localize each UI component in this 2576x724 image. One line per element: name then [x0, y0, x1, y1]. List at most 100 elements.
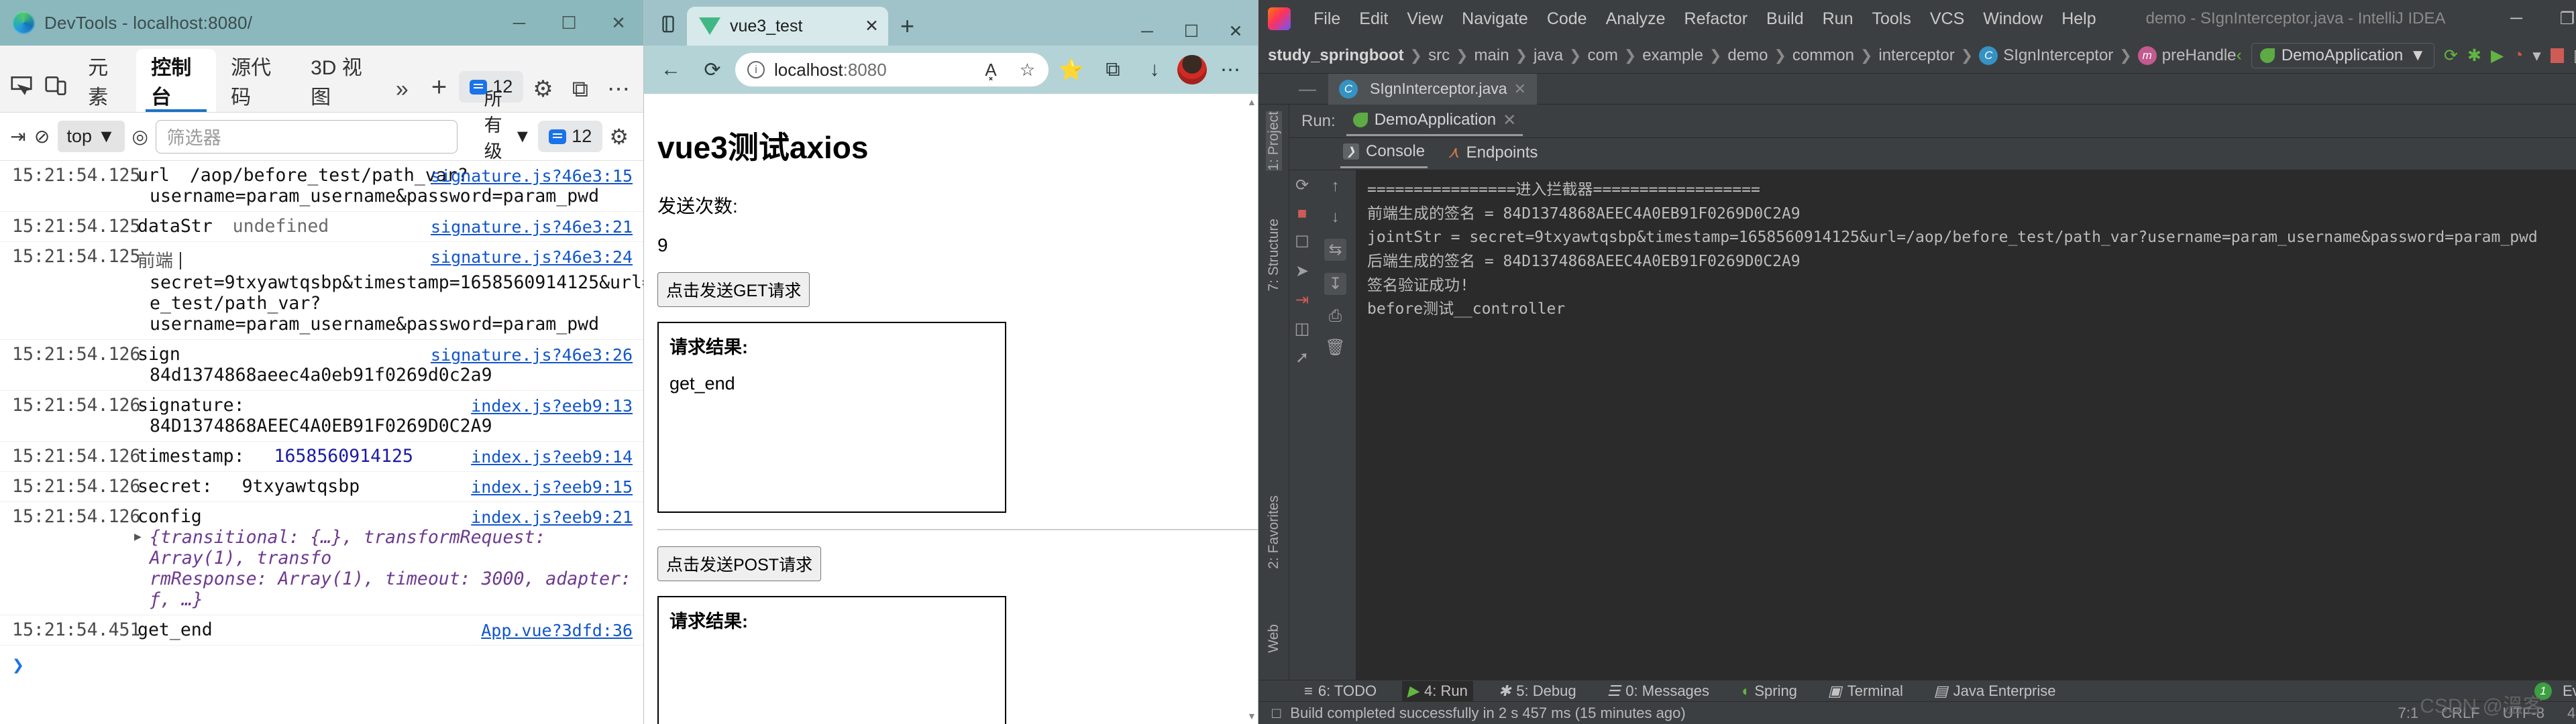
camera-icon[interactable]: ☐ [1295, 233, 1309, 252]
close-button[interactable]: ✕ [594, 13, 643, 34]
log-source-link[interactable]: index.js?eeb9:13 [471, 396, 633, 416]
minimize-button[interactable]: ─ [2491, 9, 2542, 29]
maximize-button[interactable]: ☐ [1169, 21, 1214, 42]
up-arrow-icon[interactable]: ↑ [1332, 177, 1340, 196]
scroll-to-end-icon[interactable]: ↧ [1324, 273, 1346, 295]
tool-button-run[interactable]: ▶ 4: Run [1402, 680, 1473, 701]
clear-console-icon[interactable]: ⊘ [34, 121, 51, 152]
menu-build[interactable]: Build [1757, 9, 1813, 29]
profile-icon[interactable]: ◔ [2513, 46, 2523, 65]
tab-elements[interactable]: 元素 [73, 49, 136, 112]
console-row[interactable]: 15:21:54.125 dataStr undefined signature… [0, 212, 643, 242]
log-source-link[interactable]: index.js?eeb9:15 [471, 477, 633, 497]
new-tab-icon[interactable]: + [888, 12, 926, 46]
breadcrumb-item[interactable]: main [1474, 46, 1509, 65]
close-button[interactable]: ✕ [1214, 21, 1258, 42]
menu-code[interactable]: Code [1538, 9, 1597, 29]
event-log-button[interactable]: Event Log [2563, 682, 2576, 700]
breadcrumb-item-class[interactable]: C SIgnInterceptor [1979, 46, 2113, 65]
thread-dump-icon[interactable]: ➤ [1295, 261, 1309, 281]
menu-window[interactable]: Window [1974, 9, 2052, 29]
build-status-text[interactable]: Build completed successfully in 2 s 457 … [1290, 705, 1685, 722]
menu-help[interactable]: Help [2052, 9, 2105, 29]
rerun-icon[interactable]: ⟳ [1295, 176, 1309, 195]
console-row[interactable]: 15:21:54.125 前端 secret=9txyawtqsbp&times… [0, 242, 643, 340]
exit-icon[interactable]: ⇥ [1295, 290, 1309, 310]
page-scrollbar[interactable]: ▲ ▼ [1246, 94, 1256, 724]
inspect-element-icon[interactable] [4, 65, 39, 107]
stop-icon[interactable] [2550, 48, 2564, 63]
split-screen-icon[interactable]: ⧉ [1094, 51, 1132, 88]
reload-icon[interactable]: ⟳ [694, 51, 731, 88]
avatar[interactable] [1177, 55, 1207, 84]
customize-icon[interactable]: ⧉ [563, 76, 598, 103]
layout-icon[interactable]: ▣ [2573, 46, 2576, 66]
menu-edit[interactable]: Edit [1350, 9, 1397, 29]
log-source-link[interactable]: signature.js?46e3:24 [431, 247, 633, 267]
tool-button-debug[interactable]: ✱ 5: Debug [1493, 681, 1582, 701]
run-console-output[interactable]: ================进入拦截器================== … [1356, 170, 2576, 680]
run-with-coverage-icon[interactable]: ▶ [2491, 46, 2504, 66]
back-arrow-icon[interactable]: ‹ [2237, 46, 2242, 65]
indent-setting[interactable]: 4 spaces [2567, 705, 2576, 722]
breadcrumb-item[interactable]: interceptor [1878, 46, 1954, 65]
menu-file[interactable]: File [1304, 9, 1350, 29]
maximize-button[interactable]: ❐ [2542, 9, 2576, 29]
device-toolbar-icon[interactable] [39, 65, 74, 107]
console-row[interactable]: 15:21:54.126 timestamp: 1658560914125 in… [0, 442, 643, 472]
minimize-button[interactable]: ─ [494, 13, 544, 34]
back-icon[interactable]: ← [652, 51, 690, 88]
log-source-link[interactable]: App.vue?3dfd:36 [481, 621, 633, 640]
console-settings-gear-icon[interactable]: ⚙ [609, 124, 634, 149]
layout-settings-icon[interactable]: ◫ [1295, 319, 1310, 339]
print-icon[interactable]: ⎙ [1329, 307, 1342, 326]
tab-actions-icon[interactable] [649, 5, 687, 43]
tool-button-todo[interactable]: ≡ 6: TODO [1299, 681, 1382, 701]
file-encoding[interactable]: UTF-8 [2503, 705, 2544, 722]
send-get-request-button[interactable]: 点击发送GET请求 [657, 272, 810, 307]
tool-button-spring[interactable]: ◖ Spring [1735, 681, 1803, 701]
editor-tab-signinterceptor[interactable]: C SIgnInterceptor.java ✕ [1328, 73, 1538, 105]
sidebar-item-favorites[interactable]: 2: Favorites [1266, 495, 1282, 569]
breadcrumb-item-method[interactable]: m preHandle [2137, 46, 2237, 65]
menu-vcs[interactable]: VCS [1921, 9, 1974, 29]
close-tab-icon[interactable]: ✕ [865, 16, 879, 36]
more-options-icon[interactable]: ⋯ [598, 76, 639, 103]
site-info-icon[interactable]: i [747, 61, 765, 78]
tab-sources[interactable]: 源代码 [216, 49, 296, 112]
soft-wrap-icon[interactable]: ⇆ [1324, 239, 1346, 261]
caret-position[interactable]: 7:1 [2398, 705, 2419, 722]
menu-run[interactable]: Run [1813, 9, 1863, 29]
sidebar-item-structure[interactable]: 7: Structure [1266, 219, 1282, 292]
tool-button-java-enterprise[interactable]: ▤ Java Enterprise [1929, 681, 2061, 701]
tool-button-messages[interactable]: ☰ 0: Messages [1602, 681, 1715, 701]
menu-tools[interactable]: Tools [1862, 9, 1920, 29]
console-row[interactable]: 15:21:54.126 signature: 84D1374868AEEC4A… [0, 391, 643, 442]
menu-navigate[interactable]: Navigate [1452, 9, 1538, 29]
run-tab[interactable]: DemoApplication ✕ [1346, 107, 1523, 136]
add-favorite-icon[interactable]: ☆ [1013, 60, 1042, 80]
tool-button-terminal[interactable]: ▣ Terminal [1823, 681, 1909, 701]
read-aloud-icon[interactable]: A͓ [978, 60, 1003, 80]
breadcrumb-item[interactable]: example [1642, 46, 1703, 65]
log-source-link[interactable]: index.js?eeb9:21 [471, 507, 633, 527]
debug-icon[interactable]: ✱ [2467, 46, 2481, 66]
console-prompt[interactable]: ❯ [0, 646, 643, 677]
console-log-list[interactable]: 15:21:54.125 url /aop/before_test/path_v… [0, 161, 643, 724]
scroll-down-icon[interactable]: ▼ [1247, 711, 1256, 721]
tab-endpoints[interactable]: ⋏ Endpoints [1445, 140, 1540, 168]
scroll-up-icon[interactable]: ▲ [1247, 97, 1256, 107]
hide-tabs-icon[interactable]: — [1299, 78, 1328, 99]
line-separator[interactable]: CRLF [2441, 705, 2479, 722]
tab-console[interactable]: 控制台 [136, 49, 217, 112]
stop-icon[interactable]: ■ [1297, 204, 1307, 223]
console-row[interactable]: 15:21:54.451 get_end App.vue?3dfd:36 [0, 615, 643, 646]
maximize-button[interactable]: ☐ [544, 13, 594, 34]
address-bar[interactable]: i localhost:8080 A͓ ☆ [735, 53, 1049, 86]
chevron-right-overflow-icon[interactable]: » [385, 76, 419, 103]
console-sidebar-icon[interactable]: ⇥ [9, 121, 27, 152]
log-source-link[interactable]: signature.js?46e3:15 [431, 166, 633, 186]
console-row[interactable]: 15:21:54.126 config {transitional: {…}, … [0, 502, 643, 615]
log-source-link[interactable]: signature.js?46e3:26 [431, 345, 633, 365]
sidebar-item-web[interactable]: Web [1266, 624, 1282, 653]
